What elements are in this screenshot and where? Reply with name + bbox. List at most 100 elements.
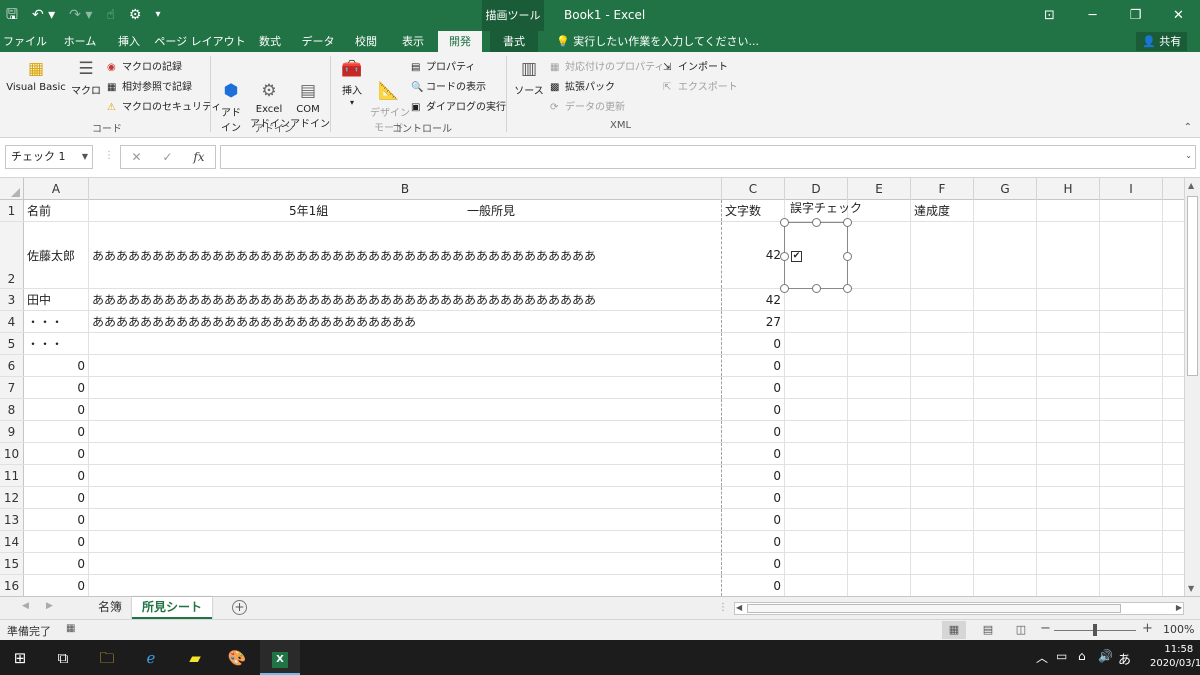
tab-insert[interactable]: 挿入 xyxy=(108,31,150,52)
cell-b[interactable] xyxy=(89,487,722,508)
cell-b[interactable]: あああああああああああああああああああああああああああ xyxy=(89,311,722,332)
cell-e[interactable] xyxy=(848,377,911,398)
resize-handle[interactable] xyxy=(843,284,852,293)
zoom-slider-thumb[interactable] xyxy=(1093,624,1097,636)
row-header[interactable]: 5 xyxy=(0,333,24,354)
cell-e[interactable] xyxy=(848,553,911,574)
tab-page-layout[interactable]: ページ レイアウト xyxy=(154,31,246,52)
task-view-icon[interactable]: ⧉ xyxy=(52,647,74,669)
row-header[interactable]: 13 xyxy=(0,509,24,530)
cell-a[interactable]: 0 xyxy=(24,531,89,552)
row-header[interactable]: 7 xyxy=(0,377,24,398)
cell-g[interactable] xyxy=(974,399,1037,420)
com-addin-button[interactable]: ▤ COM アドイン xyxy=(290,58,330,141)
sheet-tab-remarks[interactable]: 所見シート xyxy=(132,597,213,619)
row-header[interactable]: 12 xyxy=(0,487,24,508)
record-macro-button[interactable]: ◉ マクロの記録 xyxy=(107,58,182,73)
internet-explorer-icon[interactable]: ℯ xyxy=(140,647,162,669)
cell-i[interactable] xyxy=(1100,289,1163,310)
cell-d[interactable] xyxy=(785,509,848,530)
name-box-dropdown-icon[interactable]: ▼ xyxy=(82,146,88,168)
clock[interactable]: 11:58 2020/03/18 xyxy=(1150,643,1200,671)
cell-e[interactable] xyxy=(848,443,911,464)
normal-view-icon[interactable]: ▦ xyxy=(942,621,966,639)
cell-f[interactable] xyxy=(911,575,974,596)
row-header[interactable]: 6 xyxy=(0,355,24,376)
cell-c[interactable]: 0 xyxy=(722,553,785,574)
tray-expand-icon[interactable]: ︿ xyxy=(1036,649,1048,666)
cell-c[interactable]: 0 xyxy=(722,509,785,530)
cell-b[interactable] xyxy=(89,443,722,464)
cell-e[interactable] xyxy=(848,289,911,310)
cell-f[interactable] xyxy=(911,311,974,332)
cell-e[interactable] xyxy=(848,487,911,508)
checkbox-checked-icon[interactable]: ✔ xyxy=(791,251,802,262)
tell-me-box[interactable]: 💡 実行したい作業を入力してください... xyxy=(556,31,759,52)
cell-f[interactable] xyxy=(911,509,974,530)
cell-b[interactable]: 5年1組 一般所見 xyxy=(89,200,722,221)
cell-h[interactable] xyxy=(1037,509,1100,530)
cell-g[interactable] xyxy=(974,200,1037,221)
cell-g[interactable] xyxy=(974,311,1037,332)
cell-g[interactable] xyxy=(974,509,1037,530)
cell-a[interactable]: 0 xyxy=(24,553,89,574)
cell-g[interactable] xyxy=(974,575,1037,596)
cell-g[interactable] xyxy=(974,443,1037,464)
cell-e[interactable] xyxy=(848,222,911,288)
cell-f[interactable] xyxy=(911,399,974,420)
cell-h[interactable] xyxy=(1037,553,1100,574)
cell-a[interactable]: 0 xyxy=(24,465,89,486)
cell-h[interactable] xyxy=(1037,575,1100,596)
cell-b[interactable] xyxy=(89,333,722,354)
page-break-view-icon[interactable]: ◫ xyxy=(1009,621,1033,639)
cell-a[interactable]: 0 xyxy=(24,443,89,464)
cell-i[interactable] xyxy=(1100,311,1163,332)
cell-c[interactable]: 42 xyxy=(722,289,785,310)
cell-e[interactable] xyxy=(848,399,911,420)
formula-input[interactable]: ⌄ xyxy=(220,145,1196,169)
row-header[interactable]: 16 xyxy=(0,575,24,596)
cell-d[interactable] xyxy=(785,399,848,420)
minimize-button[interactable]: ─ xyxy=(1071,0,1114,31)
row-header[interactable]: 4 xyxy=(0,311,24,332)
cell-i[interactable] xyxy=(1100,200,1163,221)
save-icon[interactable]: 🖫 xyxy=(6,6,18,24)
cell-d[interactable] xyxy=(785,355,848,376)
cell-d[interactable] xyxy=(785,377,848,398)
cell-h[interactable] xyxy=(1037,311,1100,332)
cell-c[interactable]: 42 xyxy=(722,222,785,288)
cell-i[interactable] xyxy=(1100,553,1163,574)
collapse-ribbon-icon[interactable]: ⌃ xyxy=(1184,122,1192,133)
file-explorer-icon[interactable]: 🗀 xyxy=(96,647,118,669)
cell-h[interactable] xyxy=(1037,200,1100,221)
properties-button[interactable]: ▤ プロパティ xyxy=(411,58,475,73)
cancel-icon[interactable]: ✕ xyxy=(131,150,141,164)
cell-a[interactable]: 0 xyxy=(24,377,89,398)
cell-b[interactable] xyxy=(89,531,722,552)
cell-g[interactable] xyxy=(974,465,1037,486)
name-box[interactable]: チェック 1 ▼ xyxy=(5,145,93,169)
cell-h[interactable] xyxy=(1037,377,1100,398)
cell-d[interactable] xyxy=(785,553,848,574)
macro-security-button[interactable]: ⚠ マクロのセキュリティ xyxy=(107,98,221,113)
cell-b[interactable] xyxy=(89,465,722,486)
cell-f[interactable] xyxy=(911,355,974,376)
resize-handle[interactable] xyxy=(843,218,852,227)
cell-e[interactable] xyxy=(848,333,911,354)
import-button[interactable]: ⇲ インポート xyxy=(663,58,728,73)
qat-dropdown-icon[interactable]: ▾ xyxy=(155,6,160,24)
cell-c[interactable]: 0 xyxy=(722,465,785,486)
sheet-tab-roster[interactable]: 名簿 xyxy=(88,597,132,619)
column-header-d[interactable]: D xyxy=(785,178,848,200)
addin-button[interactable]: ⬢ アド イン xyxy=(216,58,246,145)
cell-b[interactable] xyxy=(89,553,722,574)
network-icon[interactable]: ⌂ xyxy=(1078,649,1086,663)
cell-g[interactable] xyxy=(974,487,1037,508)
refresh-data-button[interactable]: ⟳ データの更新 xyxy=(550,98,625,113)
cell-h[interactable] xyxy=(1037,465,1100,486)
cell-h[interactable] xyxy=(1037,289,1100,310)
cell-d[interactable] xyxy=(785,333,848,354)
cell-c[interactable]: 0 xyxy=(722,487,785,508)
page-layout-view-icon[interactable]: ▤ xyxy=(976,621,1000,639)
cell-i[interactable] xyxy=(1100,575,1163,596)
